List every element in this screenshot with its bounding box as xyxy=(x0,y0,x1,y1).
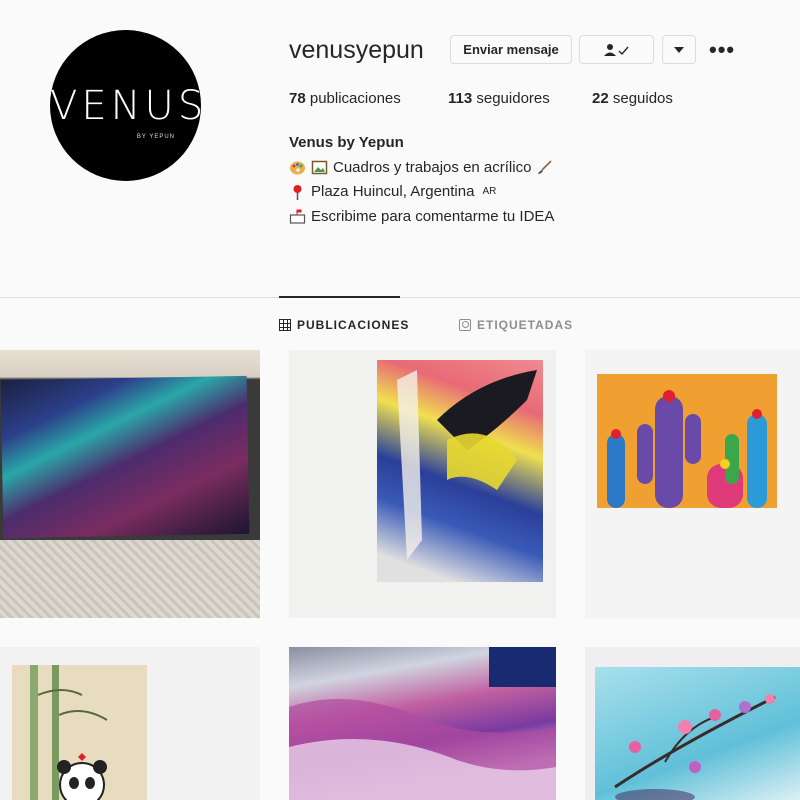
full-name: Venus by Yepun xyxy=(289,134,404,151)
avatar-logo-text: VENUS xyxy=(50,83,201,129)
following-label: seguidos xyxy=(608,90,673,107)
active-tab-indicator xyxy=(279,296,400,298)
tab-posts-label: PUBLICACIONES xyxy=(297,318,410,332)
post-bamboo-panda-painting[interactable] xyxy=(0,647,260,800)
following-button[interactable] xyxy=(579,35,654,64)
post-cactus-painting[interactable] xyxy=(585,350,800,618)
post-abstract-painting[interactable] xyxy=(289,350,556,618)
posts-stat: 78 publicaciones xyxy=(289,90,401,107)
send-message-button[interactable]: Enviar mensaje xyxy=(450,35,572,64)
following-stat[interactable]: 22 seguidos xyxy=(592,90,673,107)
tab-tagged[interactable]: ETIQUETADAS xyxy=(459,318,573,332)
galaxy-canvas xyxy=(0,375,250,539)
avatar-logo-subtext: BY YEPUN xyxy=(136,134,175,140)
abstract-canvas xyxy=(377,360,543,582)
person-check-icon xyxy=(603,43,629,56)
followers-count: 113 xyxy=(448,90,473,107)
more-dots-icon[interactable]: ••• xyxy=(709,37,735,63)
bamboo-canvas xyxy=(12,665,147,800)
grid-icon xyxy=(279,319,291,331)
tagged-user-icon xyxy=(459,319,471,331)
bio-line-1: Cuadros y trabajos en acrílico xyxy=(289,156,554,181)
profile-avatar[interactable]: VENUS BY YEPUN xyxy=(50,30,201,181)
purple-abstract-canvas xyxy=(289,647,556,800)
bio-line-3: Escribime para comentarme tu IDEA xyxy=(289,205,554,230)
bio-text-1: Cuadros y trabajos en acrílico xyxy=(333,158,532,176)
bio-line-2: Plaza Huincul, Argentina AR xyxy=(289,180,554,205)
post-galaxy-painting[interactable] xyxy=(0,350,260,618)
cherry-blossom-canvas xyxy=(595,667,800,800)
country-flag-code: AR xyxy=(482,186,497,197)
palette-icon xyxy=(289,159,306,176)
framed-picture-icon xyxy=(311,159,328,176)
tab-tagged-label: ETIQUETADAS xyxy=(477,318,574,332)
followers-label: seguidores xyxy=(472,90,550,107)
post-purple-abstract-painting[interactable] xyxy=(289,647,556,800)
post-cherry-blossom-painting[interactable] xyxy=(585,647,800,800)
paintbrush-icon xyxy=(536,159,553,176)
cactus-canvas xyxy=(597,374,777,508)
tabs-divider xyxy=(0,297,800,298)
suggestions-dropdown-button[interactable] xyxy=(662,35,696,64)
following-count: 22 xyxy=(592,90,609,107)
mailbox-icon xyxy=(289,208,306,225)
bio: Venus by Yepun Cuadros y trabajos en acr… xyxy=(289,131,554,229)
bio-text-3: Escribime para comentarme tu IDEA xyxy=(311,207,555,225)
followers-stat[interactable]: 113 seguidores xyxy=(448,90,550,107)
round-pushpin-icon xyxy=(289,184,306,201)
bio-text-2: Plaza Huincul, Argentina xyxy=(311,183,475,200)
posts-count: 78 xyxy=(289,90,306,107)
floor-texture xyxy=(0,540,260,618)
caret-down-icon xyxy=(674,46,684,53)
username: venusyepun xyxy=(289,36,424,64)
posts-label: publicaciones xyxy=(305,90,401,107)
tab-posts[interactable]: PUBLICACIONES xyxy=(279,318,409,332)
